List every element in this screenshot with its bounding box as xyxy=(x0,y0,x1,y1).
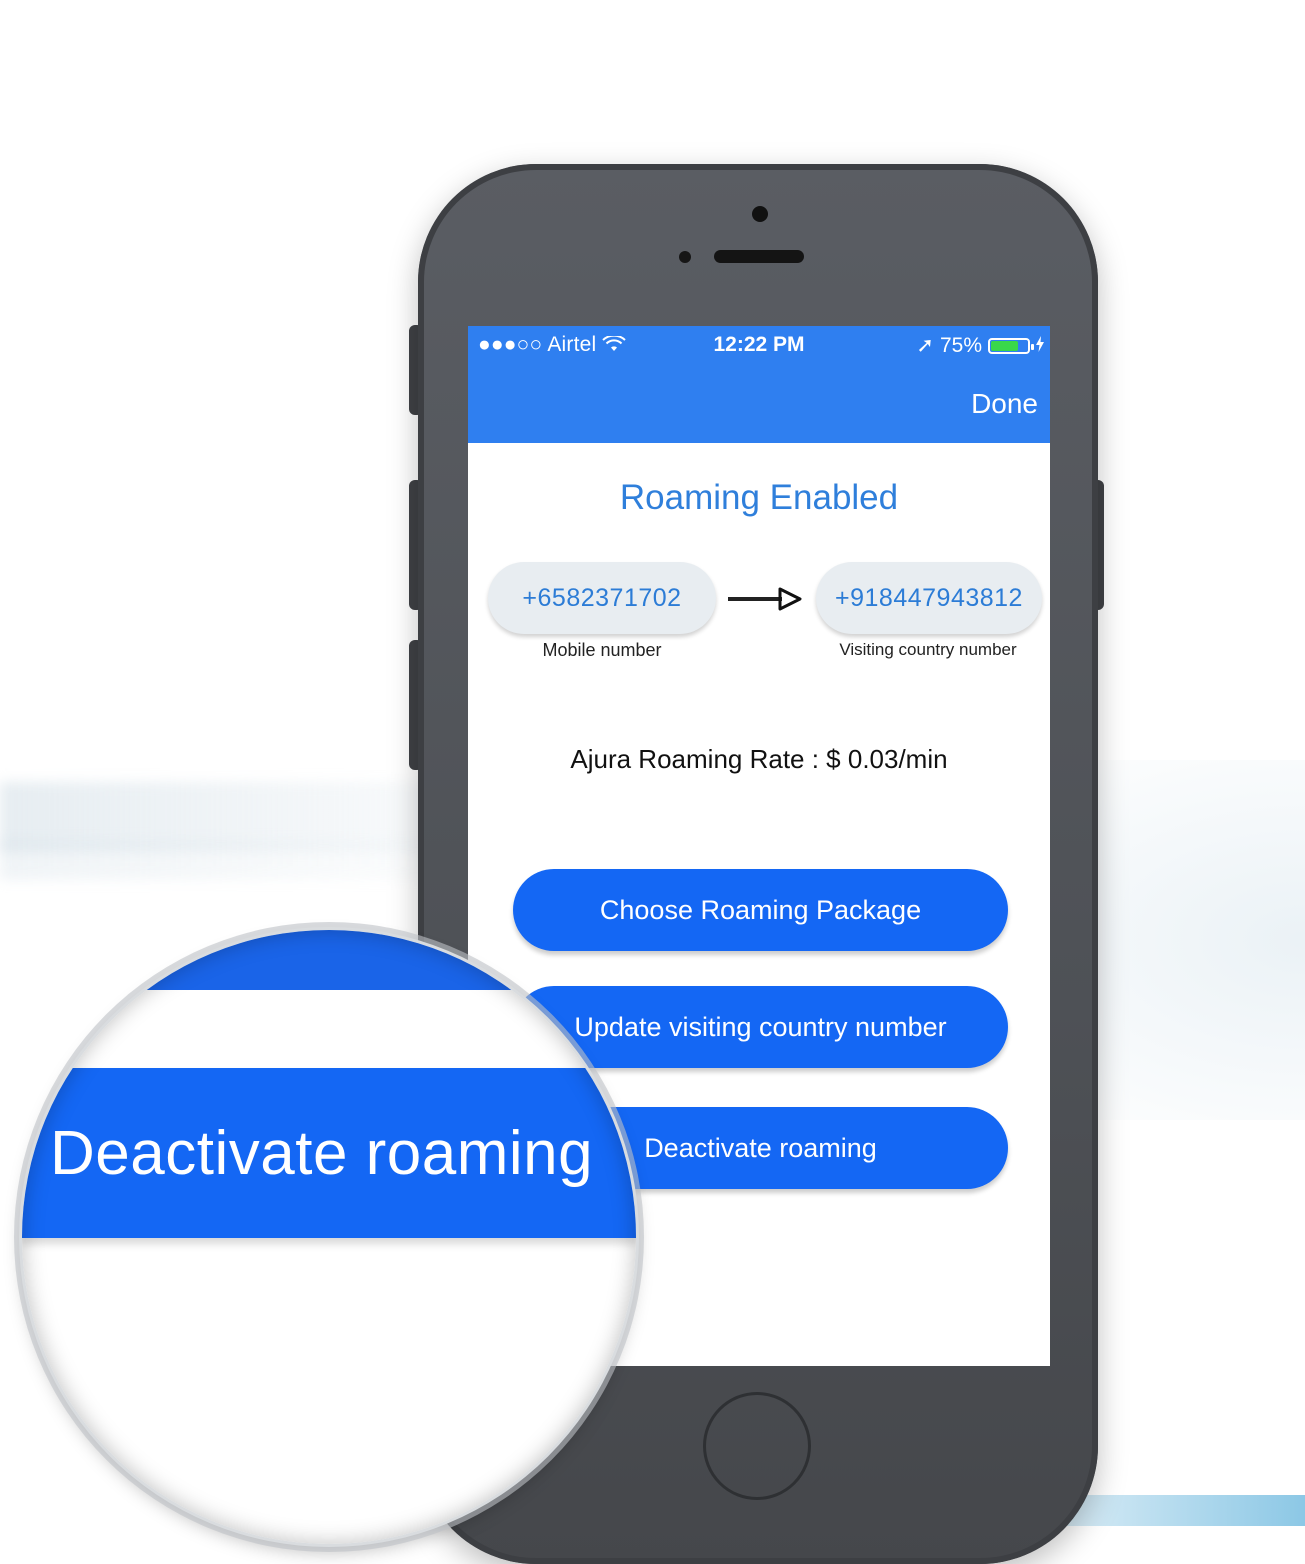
visiting-number-label: Visiting country number xyxy=(839,640,1017,659)
magnifier-rim xyxy=(22,930,636,1544)
battery-level xyxy=(991,340,1018,351)
mobile-number-pill: +6582371702 xyxy=(488,562,716,634)
navigation-bar: ●●●○○ Airtel 12:22 PM ➚ 75% Done xyxy=(468,326,1050,443)
done-button[interactable]: Done xyxy=(971,388,1038,420)
status-bar-right: ➚ 75% xyxy=(916,333,1044,358)
page-title: Roaming Enabled xyxy=(619,478,899,517)
mobile-number-label: Mobile number xyxy=(542,640,662,660)
roaming-rate-text: Ajura Roaming Rate : $ 0.03/min xyxy=(570,744,948,774)
arrow-right-icon xyxy=(726,584,806,614)
proximity-sensor xyxy=(679,251,691,263)
location-icon: ➚ xyxy=(916,334,934,357)
home-button xyxy=(703,1392,811,1500)
front-camera xyxy=(752,206,768,222)
charging-icon xyxy=(1036,334,1044,358)
battery-percentage: 75% xyxy=(939,333,982,357)
earpiece-speaker xyxy=(714,250,804,263)
magnifier-lens: Deactivate roaming xyxy=(22,930,636,1544)
visiting-number-pill: +918447943812 xyxy=(816,562,1042,634)
battery-cap xyxy=(1031,343,1034,350)
battery-icon xyxy=(988,337,1034,354)
update-visiting-number-button[interactable]: Update visiting country number xyxy=(513,986,1008,1068)
